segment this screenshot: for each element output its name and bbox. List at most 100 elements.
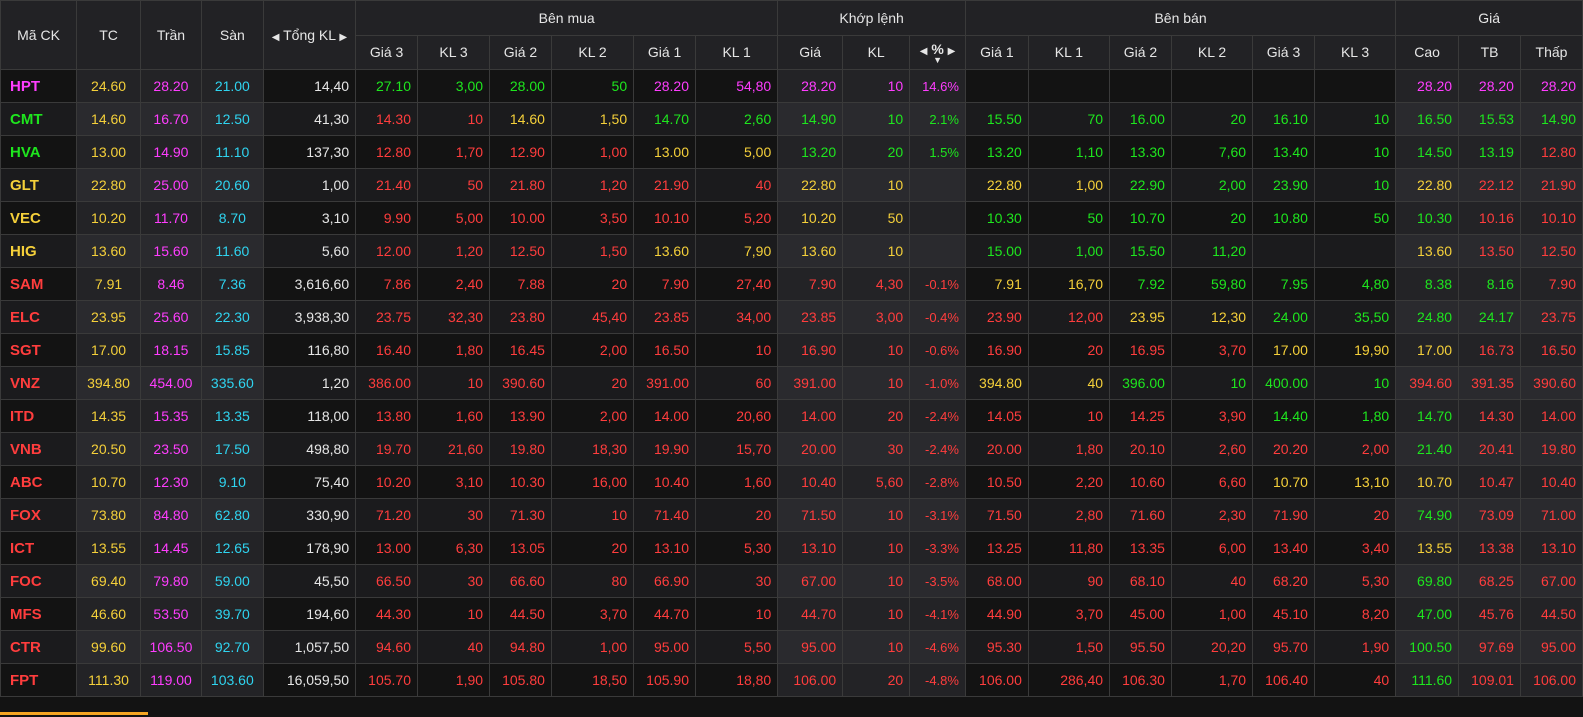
cell-match-vol: 10 xyxy=(842,333,911,367)
cell-symbol[interactable]: MFS xyxy=(0,597,78,631)
table-row[interactable]: FOC 69.40 79.80 59.00 45,50 66.50 30 66.60 80 66.… xyxy=(0,564,1583,598)
cell-sell-vol2: 12,30 xyxy=(1170,300,1254,334)
cell-sell-price2: 68.10 xyxy=(1109,564,1172,598)
header-buy-price2[interactable]: Giá 2 xyxy=(489,34,552,70)
cell-symbol[interactable]: SGT xyxy=(0,333,78,367)
cell-symbol[interactable]: FPT xyxy=(0,663,78,697)
cell-buy-vol3: 10 xyxy=(416,597,491,631)
table-row[interactable]: ELC 23.95 25.60 22.30 3,938,30 23.75 32,30 23.8… xyxy=(0,300,1583,334)
cell-sell-price2: 7.92 xyxy=(1109,267,1172,301)
table-row[interactable]: FOX 73.80 84.80 62.80 330,90 71.20 30 71.30 10 71… xyxy=(0,498,1583,532)
table-row[interactable]: ABC 10.70 12.30 9.10 75,40 10.20 3,10 10.30 16,0… xyxy=(0,465,1583,499)
cell-symbol[interactable]: VNZ xyxy=(0,366,78,400)
cell-floor: 92.70 xyxy=(200,630,264,664)
cell-buy-price1: 13.10 xyxy=(633,531,696,565)
table-row[interactable]: ICT 13.55 14.45 12.65 178,90 13.00 6,30 13.05 20… xyxy=(0,531,1583,565)
cell-ceil: 84.80 xyxy=(140,498,202,532)
table-row[interactable]: CTR 99.60 106.50 92.70 1,057,50 94.60 40 94.80 1… xyxy=(0,630,1583,664)
cell-symbol[interactable]: ELC xyxy=(0,300,78,334)
header-sell-price3[interactable]: Giá 3 xyxy=(1252,34,1315,70)
header-buy-vol2[interactable]: KL 2 xyxy=(550,34,635,70)
cell-symbol[interactable]: FOX xyxy=(0,498,78,532)
cell-symbol[interactable]: GLT xyxy=(0,168,78,202)
header-total-volume[interactable]: ◀ Tổng KL ▶ xyxy=(262,0,357,70)
cell-symbol[interactable]: VNB xyxy=(0,432,78,466)
cell-buy-vol3: 1,80 xyxy=(416,333,491,367)
header-sell-vol3[interactable]: KL 3 xyxy=(1313,34,1397,70)
cell-total-volume: 1,20 xyxy=(262,366,357,400)
header-sell-price2[interactable]: Giá 2 xyxy=(1109,34,1172,70)
cell-sell-price2: 14.25 xyxy=(1109,399,1172,433)
table-row[interactable]: HPT 24.60 28.20 21.00 14,40 27.10 3,00 28.00 50 2… xyxy=(0,69,1583,103)
header-buy-vol3[interactable]: KL 3 xyxy=(416,34,491,70)
table-row[interactable]: HIG 13.60 15.60 11.60 5,60 12.00 1,20 12.50 1,50… xyxy=(0,234,1583,268)
cell-symbol[interactable]: ITD xyxy=(0,399,78,433)
cell-sell-vol1: 70 xyxy=(1027,102,1111,136)
table-row[interactable]: FPT 111.30 119.00 103.60 16,059,50 105.70 1,90… xyxy=(0,663,1583,697)
cell-buy-price2: 94.80 xyxy=(489,630,552,664)
cell-ref: 13.00 xyxy=(76,135,142,169)
cell-symbol[interactable]: CMT xyxy=(0,102,78,136)
sort-down-icon[interactable]: ▼ xyxy=(912,56,963,65)
cell-buy-vol3: 1,60 xyxy=(416,399,491,433)
table-row[interactable]: SGT 17.00 18.15 15.85 116,80 16.40 1,80 16.45 2,… xyxy=(0,333,1583,367)
cell-low: 95.00 xyxy=(1519,630,1583,664)
header-high[interactable]: Cao xyxy=(1395,34,1460,70)
cell-sell-price1: 13.25 xyxy=(964,531,1029,565)
table-row[interactable]: VNZ 394.80 454.00 335.60 1,20 386.00 10 390.60 2… xyxy=(0,366,1583,400)
header-avg[interactable]: TB xyxy=(1458,34,1521,70)
cell-symbol[interactable]: ICT xyxy=(0,531,78,565)
header-match-pct[interactable]: ◀ % ▶ ▼ xyxy=(909,34,966,70)
cell-buy-vol2: 20 xyxy=(550,531,635,565)
cell-sell-price1: 22.80 xyxy=(964,168,1029,202)
cell-sell-vol1: 16,70 xyxy=(1027,267,1111,301)
cell-sell-vol1: 3,70 xyxy=(1027,597,1111,631)
cell-symbol[interactable]: ABC xyxy=(0,465,78,499)
cell-symbol[interactable]: VEC xyxy=(0,201,78,235)
table-row[interactable]: CMT 14.60 16.70 12.50 41,30 14.30 10 14.60 1,50 1… xyxy=(0,102,1583,136)
cell-symbol[interactable]: SAM xyxy=(0,267,78,301)
cell-buy-price2: 21.80 xyxy=(489,168,552,202)
table-row[interactable]: VNB 20.50 23.50 17.50 498,80 19.70 21,60 19.80 1… xyxy=(0,432,1583,466)
cell-symbol[interactable]: HPT xyxy=(0,69,78,103)
caret-right-icon[interactable]: ▶ xyxy=(948,46,956,57)
table-row[interactable]: SAM 7.91 8.46 7.36 3,616,60 7.86 2,40 7.88 20 7.9… xyxy=(0,267,1583,301)
caret-left-icon[interactable]: ◀ xyxy=(920,46,928,57)
header-ceil[interactable]: Trần xyxy=(140,0,202,70)
cell-sell-price2: 22.90 xyxy=(1109,168,1172,202)
cell-buy-vol1: 5,20 xyxy=(694,201,779,235)
table-row[interactable]: MFS 46.60 53.50 39.70 194,60 44.30 10 44.50 3,70… xyxy=(0,597,1583,631)
header-symbol[interactable]: Mã CK xyxy=(0,0,78,70)
header-floor[interactable]: Sàn xyxy=(200,0,264,70)
cell-ceil: 11.70 xyxy=(140,201,202,235)
caret-right-icon[interactable]: ▶ xyxy=(339,32,347,43)
cell-sell-price2: 10.70 xyxy=(1109,201,1172,235)
table-row[interactable]: VEC 10.20 11.70 8.70 3,10 9.90 5,00 10.00 3,50 10… xyxy=(0,201,1583,235)
header-sell-vol2[interactable]: KL 2 xyxy=(1170,34,1254,70)
header-sell-vol1[interactable]: KL 1 xyxy=(1027,34,1111,70)
header-match-price[interactable]: Giá xyxy=(777,34,844,70)
cell-symbol[interactable]: HIG xyxy=(0,234,78,268)
cell-buy-price2: 13.05 xyxy=(489,531,552,565)
cell-symbol[interactable]: HVA xyxy=(0,135,78,169)
cell-match-price: 13.10 xyxy=(777,531,844,565)
cell-buy-vol3: 30 xyxy=(416,564,491,598)
table-row[interactable]: HVA 13.00 14.90 11.10 137,30 12.80 1,70 12.90 1,… xyxy=(0,135,1583,169)
table-row[interactable]: ITD 14.35 15.35 13.35 118,00 13.80 1,60 13.90 2,… xyxy=(0,399,1583,433)
cell-buy-vol2: 1,50 xyxy=(550,234,635,268)
table-row[interactable]: GLT 22.80 25.00 20.60 1,00 21.40 50 21.80 1,20 21… xyxy=(0,168,1583,202)
header-buy-price1[interactable]: Giá 1 xyxy=(633,34,696,70)
caret-left-icon[interactable]: ◀ xyxy=(272,32,280,43)
header-buy-vol1[interactable]: KL 1 xyxy=(694,34,779,70)
cell-sell-vol2: 2,00 xyxy=(1170,168,1254,202)
header-low[interactable]: Thấp xyxy=(1519,34,1583,70)
header-sell-group: Bên bán xyxy=(964,0,1397,36)
header-buy-price3[interactable]: Giá 3 xyxy=(355,34,418,70)
cell-symbol[interactable]: FOC xyxy=(0,564,78,598)
header-match-vol[interactable]: KL xyxy=(842,34,911,70)
cell-buy-price2: 12.90 xyxy=(489,135,552,169)
cell-symbol[interactable]: CTR xyxy=(0,630,78,664)
header-ref[interactable]: TC xyxy=(76,0,142,70)
cell-match-price: 22.80 xyxy=(777,168,844,202)
header-sell-price1[interactable]: Giá 1 xyxy=(964,34,1029,70)
